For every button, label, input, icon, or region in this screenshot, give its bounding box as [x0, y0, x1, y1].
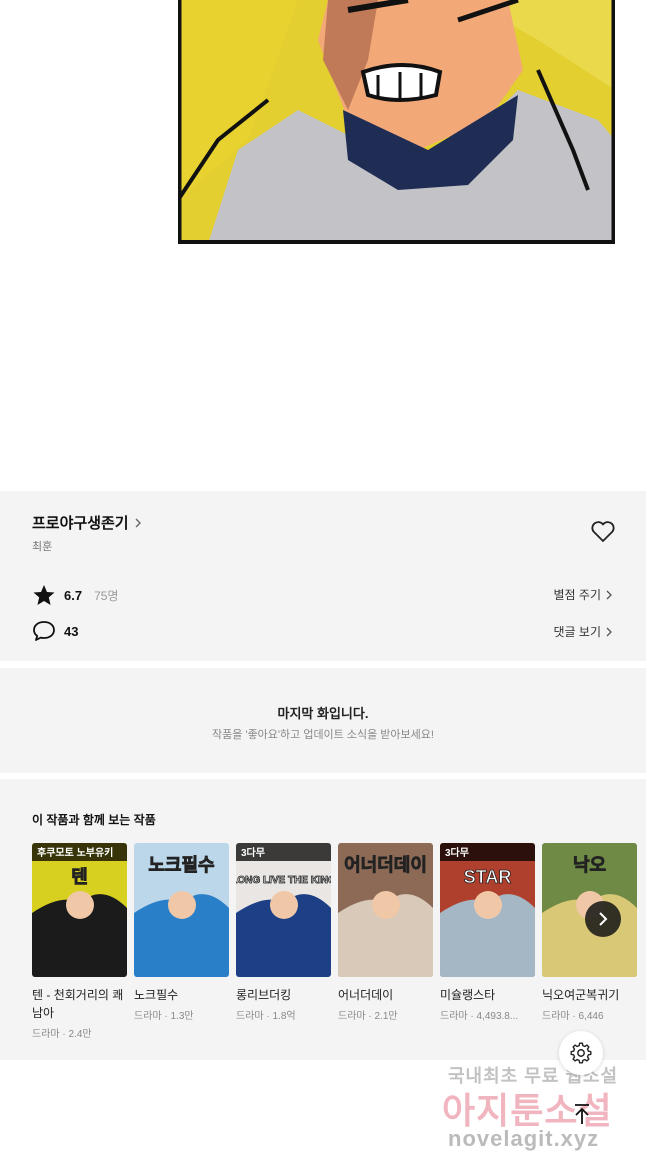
scroll-to-top-button[interactable] — [566, 1098, 598, 1130]
comment-icon — [32, 620, 56, 642]
settings-button[interactable] — [559, 1031, 603, 1075]
recommendation-title: 텐 - 천회거리의 쾌남아 — [32, 988, 124, 1020]
recommendation-title: 어너더데이 — [338, 988, 394, 1002]
cover-title-art: LONG LIVE THE KING — [236, 875, 331, 886]
recommendation-thumbnail: 3다무 LONG LIVE THE KING — [236, 843, 331, 977]
chevron-right-icon — [599, 912, 608, 926]
heart-icon[interactable] — [590, 520, 616, 544]
recommendation-meta: 드라마 · 6,446 — [542, 1011, 604, 1022]
comic-panel-image — [178, 0, 615, 244]
recommendation-thumbnail: 어너더데이 — [338, 843, 433, 977]
cover-art-image: 노크필수 — [134, 843, 229, 977]
site-watermark: 국내최초 무료 웹소설 아지툰소설 novelagit.xyz — [442, 1060, 632, 1160]
comic-viewer — [0, 0, 646, 491]
series-title: 프로야구생존기 — [32, 515, 129, 532]
recommendations-list: 후쿠모토 노부유키 텐 텐 - 천회거리의 쾌남아 드라마 · 2.4만 노크필수 노크필… — [32, 843, 637, 1040]
series-info-panel: 프로야구생존기 최훈 6.7 75명 별점 주기 43 댓글 보기 — [0, 491, 646, 661]
chevron-right-icon — [606, 590, 612, 599]
recommendation-title: 닉오여군복귀기 — [542, 988, 620, 1002]
recommendation-card[interactable]: 후쿠모토 노부유키텐텐 - 천회거리의 쾌남아드라마 · 2.4만 — [32, 843, 127, 1040]
recommendation-card[interactable]: 3다무 STAR 미슐랭스타드라마 · 4,493.8... — [440, 843, 535, 1040]
recommendation-thumbnail: 3다무 STAR — [440, 843, 535, 977]
last-episode-subtitle: 작품을 '좋아요'하고 업데이트 소식을 받아보세요! — [212, 729, 434, 741]
recommendation-title: 노크필수 — [134, 988, 179, 1002]
recommendations-heading: 이 작품과 함께 보는 작품 — [32, 813, 156, 827]
rate-button-label: 별점 주기 — [553, 588, 602, 602]
recommendation-meta: 드라마 · 1.3만 — [134, 1011, 194, 1022]
view-comments-label: 댓글 보기 — [553, 625, 602, 639]
section-divider — [0, 773, 646, 778]
cover-title-art: 노크필수 — [148, 855, 214, 875]
cover-title-art: STAR — [464, 867, 512, 887]
cover-badge: 3다무 — [241, 846, 265, 859]
recommendation-meta: 드라마 · 1.8억 — [236, 1011, 296, 1022]
chevron-right-icon — [606, 627, 612, 636]
carousel-next-button[interactable] — [585, 901, 621, 937]
cover-title-art: 낙오 — [573, 855, 606, 875]
recommendations-section: 이 작품과 함께 보는 작품 후쿠모토 노부유키텐텐 - 천회거리의 쾌남아드라… — [0, 779, 646, 1060]
chevron-right-icon — [135, 518, 141, 527]
rating-count: 75명 — [94, 588, 119, 603]
star-icon — [32, 584, 56, 606]
series-title-link[interactable]: 프로야구생존기 — [32, 512, 143, 533]
recommendation-thumbnail: 후쿠모토 노부유키텐 — [32, 843, 127, 977]
recommendation-card[interactable]: 어너더데이 어너더데이 드라마 · 2.1만 — [338, 843, 433, 1040]
cover-title-art: 텐 — [71, 867, 88, 887]
section-divider — [0, 661, 646, 666]
view-comments-button[interactable]: 댓글 보기 — [554, 623, 614, 640]
gear-icon — [570, 1042, 592, 1064]
cover-art-image: 3다무 LONG LIVE THE KING — [236, 843, 331, 977]
rating-stat: 6.7 75명 — [32, 584, 118, 606]
comments-stat: 43 — [32, 620, 78, 642]
recommendation-meta: 드라마 · 2.4만 — [32, 1029, 92, 1040]
comments-count: 43 — [64, 623, 79, 639]
recommendation-thumbnail: 노크필수 — [134, 843, 229, 977]
last-episode-notice: 마지막 화입니다. 작품을 '좋아요'하고 업데이트 소식을 받아보세요! — [0, 668, 646, 773]
series-author: 최훈 — [32, 541, 53, 553]
arrow-up-icon — [575, 1104, 589, 1124]
cover-badge: 후쿠모토 노부유키 — [37, 846, 113, 859]
cover-art-image: 후쿠모토 노부유키텐 — [32, 843, 127, 977]
recommendation-meta: 드라마 · 2.1만 — [338, 1011, 398, 1022]
recommendation-meta: 드라마 · 4,493.8... — [440, 1011, 519, 1022]
cover-title-art: 어너더데이 — [344, 855, 427, 875]
recommendation-card[interactable]: 3다무 LONG LIVE THE KING 롱리브더킹드라마 · 1.8억 — [236, 843, 331, 1040]
recommendation-card[interactable]: 노크필수 노크필수 드라마 · 1.3만 — [134, 843, 229, 1040]
cover-art-image: 어너더데이 — [338, 843, 433, 977]
recommendation-title: 미슐랭스타 — [440, 988, 496, 1002]
cover-art-image: 3다무 STAR — [440, 843, 535, 977]
rating-value: 6.7 — [64, 587, 83, 603]
rate-button[interactable]: 별점 주기 — [554, 586, 614, 603]
last-episode-title: 마지막 화입니다. — [277, 706, 369, 721]
cover-badge: 3다무 — [445, 846, 469, 859]
recommendation-card[interactable]: 낙오닉오여군복귀기드라마 · 6,446 — [542, 843, 637, 1040]
recommendation-title: 롱리브더킹 — [236, 988, 292, 1002]
